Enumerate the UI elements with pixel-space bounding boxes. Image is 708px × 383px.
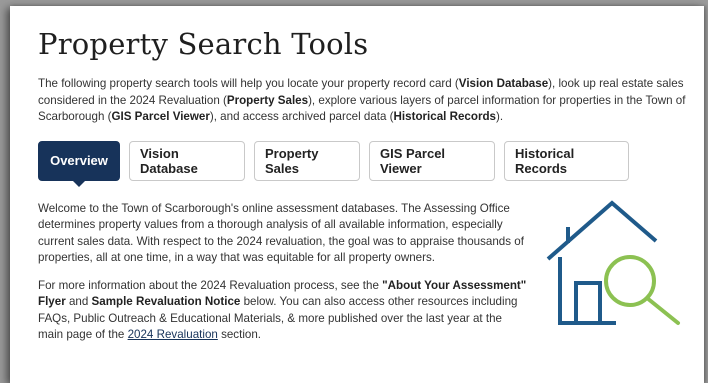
intro-text-1: The following property search tools will…	[38, 77, 459, 90]
intro-text-5: ).	[496, 110, 504, 123]
overview-paragraph-2: For more information about the 2024 Reva…	[38, 278, 528, 344]
overview-text-1: For more information about the 2024 Reva…	[38, 278, 383, 292]
house-search-icon	[546, 199, 680, 325]
intro-bold-historical-records: Historical Records	[393, 110, 496, 123]
magnifier-handle	[645, 295, 680, 325]
overview-paragraph-1: Welcome to the Town of Scarborough's onl…	[38, 201, 524, 265]
intro-bold-vision-database: Vision Database	[458, 77, 549, 90]
intro-paragraph: The following property search tools will…	[38, 76, 700, 126]
intro-text-4: ), and access archived parcel data (	[209, 110, 394, 123]
overview-text-2: and	[65, 295, 92, 308]
house-door	[574, 280, 602, 323]
overview-text-4: section.	[217, 328, 262, 341]
tab-overview[interactable]: Overview	[38, 140, 120, 187]
overview-panel: Welcome to the Town of Scarborough's onl…	[38, 199, 686, 344]
revaluation-2024-link[interactable]: 2024 Revaluation	[128, 328, 218, 341]
sample-revaluation-notice-text: Sample Revaluation Notice	[91, 295, 241, 308]
tab-gis-parcel-viewer[interactable]: GIS Parcel Viewer	[369, 140, 495, 181]
tab-historical-records[interactable]: Historical Records	[504, 140, 629, 181]
page-title: Property Search Tools	[38, 27, 369, 61]
tab-property-sales[interactable]: Property Sales	[254, 140, 360, 181]
content-card: Property Search Tools The following prop…	[10, 6, 704, 383]
intro-bold-property-sales: Property Sales	[226, 93, 309, 107]
intro-bold-gis-parcel-viewer: GIS Parcel Viewer	[111, 110, 210, 123]
tab-bar: Overview Vision Database Property Sales …	[38, 140, 686, 187]
tab-vision-database[interactable]: Vision Database	[129, 140, 245, 181]
house-roof	[546, 199, 658, 261]
